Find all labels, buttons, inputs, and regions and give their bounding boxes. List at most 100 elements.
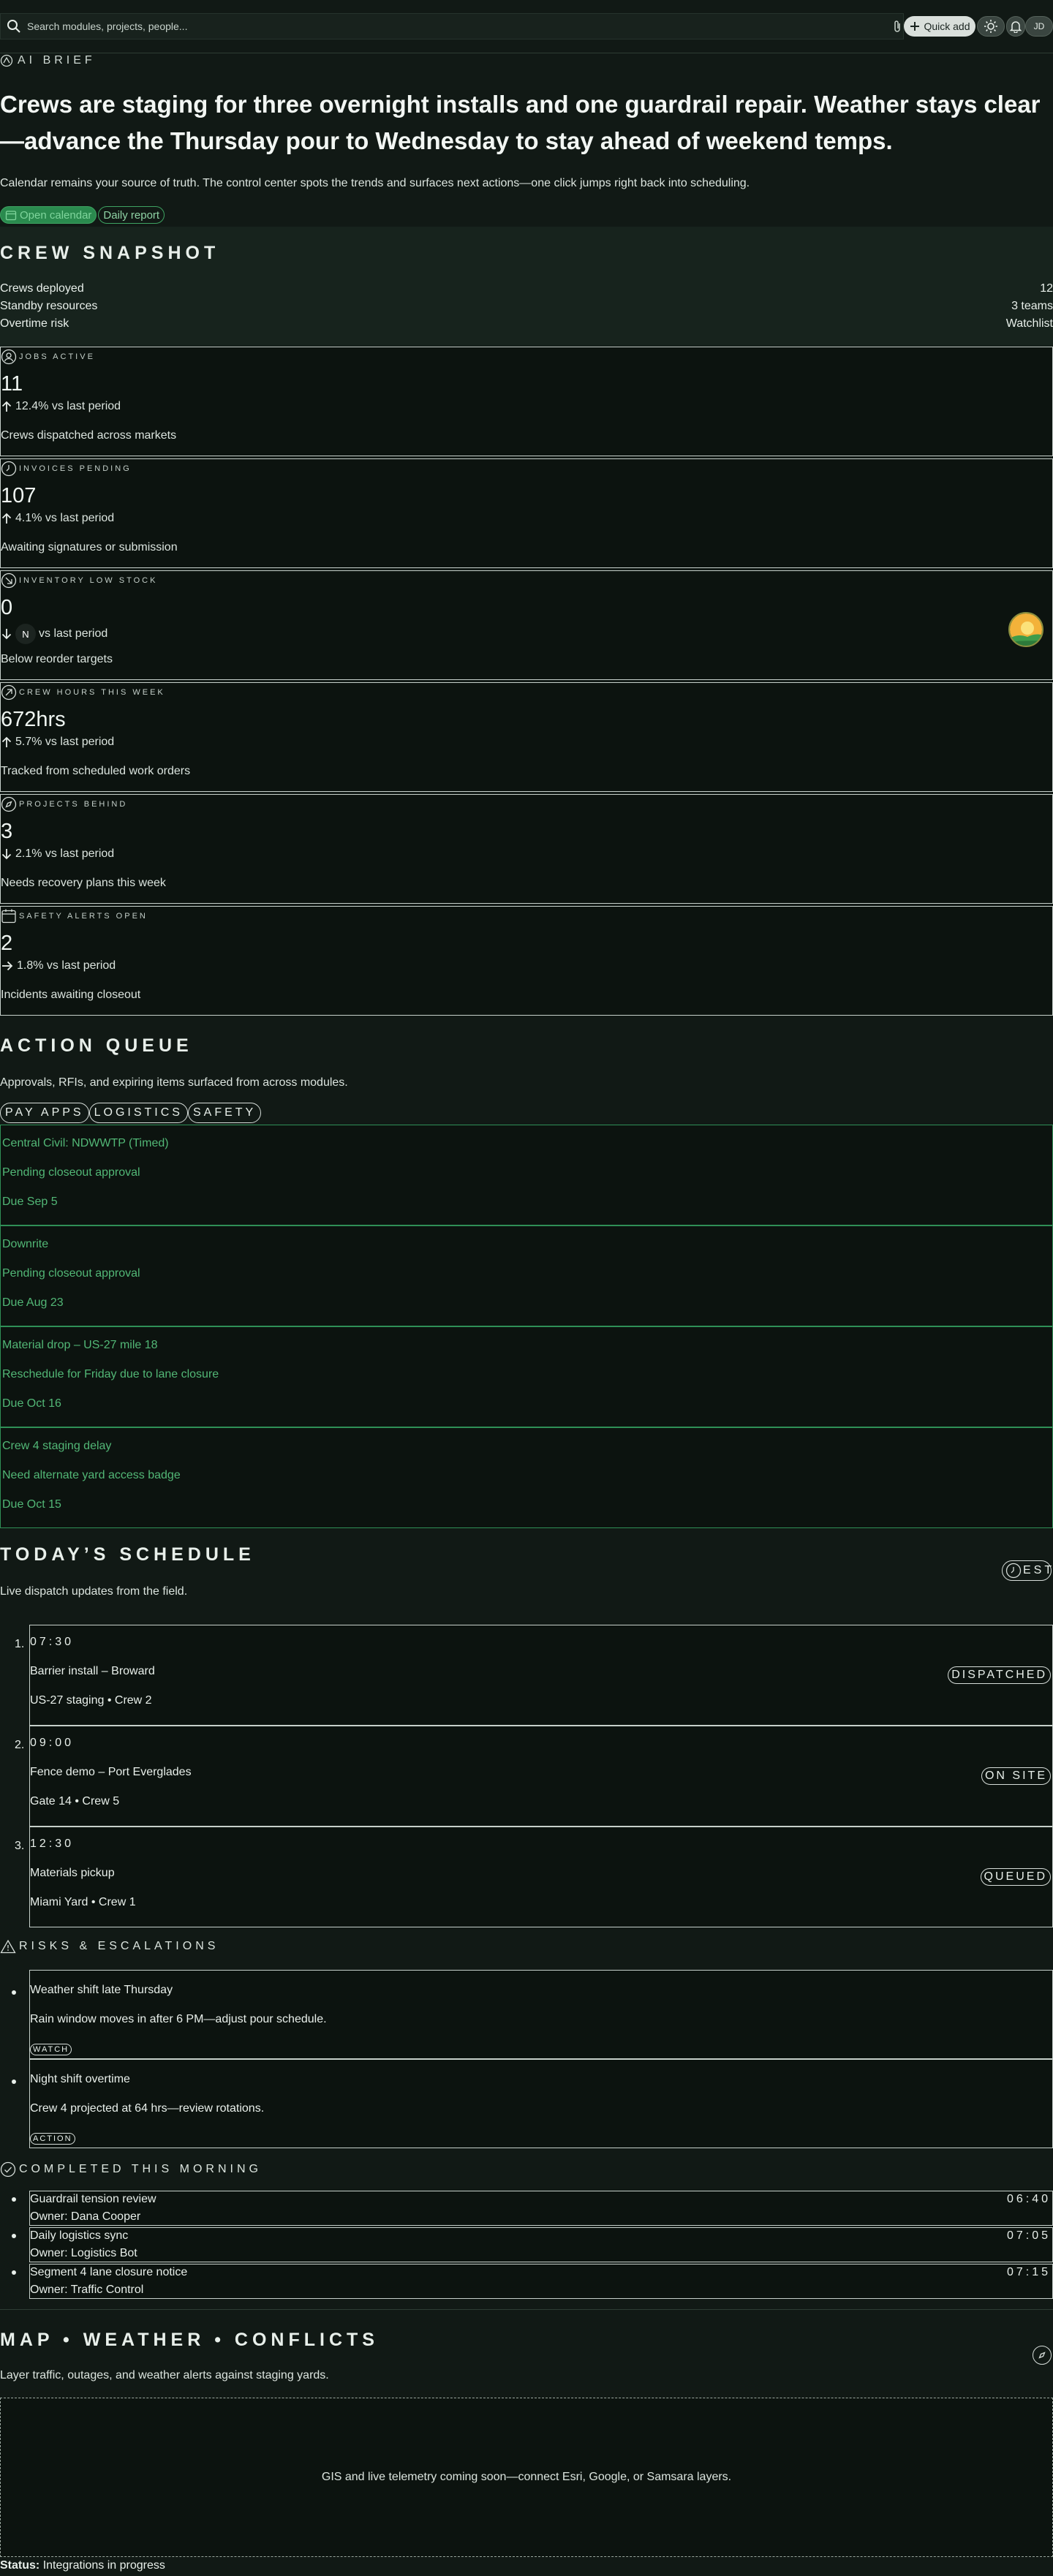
schedule-time: 09:00 [30, 1737, 75, 1749]
schedule-item[interactable]: 12:30 Materials pickup Miami Yard • Crew… [29, 1827, 1053, 1927]
schedule-location: Gate 14 • Crew 5 [30, 1795, 120, 1808]
metric-delta-text: vs last period [39, 627, 108, 640]
action-queue-item[interactable]: Crew 4 staging delay Need alternate yard… [0, 1427, 1053, 1528]
metric-label-text: PROJECTS BEHIND [19, 800, 128, 809]
open-calendar-label: Open calendar [20, 208, 92, 222]
metric-card-crew-hours[interactable]: CREW HOURS THIS WEEK 672hrs 5.7% vs last… [0, 682, 1053, 792]
metric-card-jobs-active[interactable]: JOBS ACTIVE 11 12.4% vs last period Crew… [0, 347, 1053, 456]
snapshot-row-label: Overtime risk [0, 317, 69, 330]
action-item-detail: Reschedule for Friday due to lane closur… [2, 1368, 219, 1380]
crew-snapshot: CREW SNAPSHOT Crews deployed 12 Standby … [0, 227, 1053, 346]
metric-card-inventory-low-stock[interactable]: INVENTORY LOW STOCK 0 N vs last period B… [0, 570, 1053, 680]
list-bullet [12, 2270, 16, 2275]
brief-subtitle: Calendar remains your source of truth. T… [0, 177, 750, 189]
completed-item[interactable]: Guardrail tension review Owner: Dana Coo… [29, 2191, 1053, 2226]
action-item-due: Due Sep 5 [2, 1196, 58, 1208]
action-queue-item[interactable]: Central Civil: NDWWTP (Timed) Pending cl… [0, 1125, 1053, 1225]
map-compass-button[interactable] [1033, 2346, 1052, 2365]
search-input[interactable] [26, 20, 874, 33]
tab-logistics[interactable]: LOGISTICS [88, 1103, 188, 1123]
quick-add-button[interactable]: Quick add [904, 16, 975, 37]
list-bullet [12, 2197, 16, 2202]
schedule-subtitle: Live dispatch updates from the field. [0, 1585, 188, 1598]
schedule-time: 07:30 [30, 1636, 75, 1648]
metric-card-invoices-pending[interactable]: INVOICES PENDING 107 4.1% vs last period… [0, 458, 1053, 568]
list-bullet [12, 1990, 16, 1995]
metric-delta: 4.1% vs last period [1, 512, 114, 525]
metric-label: JOBS ACTIVE [1, 349, 95, 365]
schedule-item[interactable]: 07:30 Barrier install – Broward US-27 st… [29, 1625, 1053, 1726]
completed-item[interactable]: Daily logistics sync Owner: Logistics Bo… [29, 2227, 1053, 2262]
status-badge: ON SITE [981, 1767, 1051, 1785]
open-calendar-button[interactable]: Open calendar [0, 206, 97, 224]
metric-label: PROJECTS BEHIND [1, 796, 127, 812]
metric-delta: 12.4% vs last period [1, 400, 121, 413]
completed-item-title: Daily logistics sync [30, 2229, 129, 2242]
action-item-title: Downrite [2, 1238, 49, 1250]
risk-item[interactable]: Night shift overtime Crew 4 projected at… [29, 2059, 1053, 2148]
metric-delta-text: 2.1% vs last period [15, 847, 115, 860]
risk-tag: WATCH [30, 2044, 72, 2055]
search-bar[interactable] [0, 13, 904, 39]
snapshot-row-value: 3 teams [1011, 300, 1053, 312]
risk-item[interactable]: Weather shift late Thursday Rain window … [29, 1970, 1053, 2059]
ai-brief-label: AI BRIEF [0, 54, 96, 67]
compass-icon [1036, 2349, 1048, 2361]
arrow-up-icon [1, 400, 12, 413]
risk-title: Night shift overtime [30, 2073, 130, 2085]
arrow-down-icon [1, 627, 12, 641]
landscape-thumbnail-icon[interactable] [1008, 612, 1043, 647]
action-item-detail: Pending closeout approval [2, 1267, 140, 1280]
timezone-selector[interactable]: EST [1002, 1560, 1052, 1581]
schedule-location: Miami Yard • Crew 1 [30, 1896, 136, 1908]
metric-delta-text: 4.1% vs last period [15, 512, 115, 524]
metric-delta: N vs last period [1, 624, 107, 644]
status-label: Status: [0, 2559, 40, 2572]
action-item-detail: Pending closeout approval [2, 1166, 140, 1179]
snapshot-row: Overtime risk Watchlist [0, 317, 1053, 333]
check-circle-icon [0, 2161, 16, 2177]
action-item-due: Due Aug 23 [2, 1296, 64, 1309]
metric-label: SAFETY ALERTS OPEN [1, 908, 148, 924]
metric-value: 2 [1, 932, 13, 955]
theme-toggle-button[interactable] [977, 16, 1005, 37]
metric-label: CREW HOURS THIS WEEK [1, 684, 165, 700]
action-item-due: Due Oct 16 [2, 1397, 61, 1410]
action-queue-item[interactable]: Material drop – US-27 mile 18 Reschedule… [0, 1326, 1053, 1427]
snapshot-row-label: Standby resources [0, 300, 98, 312]
status-badge: DISPATCHED [948, 1666, 1051, 1684]
tab-safety[interactable]: SAFETY [187, 1103, 262, 1123]
metric-label-text: INVENTORY LOW STOCK [19, 576, 158, 585]
daily-report-button[interactable]: Daily report [98, 206, 165, 224]
paperclip-icon[interactable] [893, 20, 902, 33]
snapshot-row-label: Crews deployed [0, 282, 84, 295]
action-item-detail: Need alternate yard access badge [2, 1469, 181, 1481]
completed-label: COMPLETED THIS MORNING [0, 2161, 262, 2177]
completed-item-time: 07:05 [1006, 2229, 1051, 2242]
metric-label-text: SAFETY ALERTS OPEN [19, 912, 148, 921]
action-queue-item[interactable]: Downrite Pending closeout approval Due A… [0, 1225, 1053, 1326]
notifications-button[interactable] [1006, 16, 1025, 37]
metric-value: 3 [1, 820, 13, 843]
user-avatar[interactable]: JD [1025, 16, 1053, 37]
notification-badge: N [15, 624, 36, 644]
completed-item[interactable]: Segment 4 lane closure notice Owner: Tra… [29, 2264, 1053, 2299]
daily-report-label: Daily report [103, 208, 160, 222]
arrow-right-icon [1, 960, 14, 972]
completed-item-title: Guardrail tension review [30, 2193, 156, 2205]
schedule-job: Barrier install – Broward [30, 1665, 155, 1677]
user-icon [1, 349, 17, 365]
action-item-title: Crew 4 staging delay [2, 1440, 112, 1452]
action-queue-title: ACTION QUEUE [0, 1035, 193, 1056]
arrow-up-icon [1, 736, 12, 749]
metric-card-projects-behind[interactable]: PROJECTS BEHIND 3 2.1% vs last period Ne… [0, 794, 1053, 904]
crew-snapshot-title: CREW SNAPSHOT [0, 243, 220, 263]
map-title: MAP • WEATHER • CONFLICTS [0, 2330, 379, 2350]
tab-pay-apps[interactable]: PAY APPS [0, 1103, 89, 1123]
schedule-item[interactable]: 09:00 Fence demo – Port Everglades Gate … [29, 1726, 1053, 1827]
map-placeholder-text: GIS and live telemetry coming soon—conne… [321, 2471, 732, 2483]
snapshot-row-value: 12 [1040, 282, 1053, 295]
list-bullet [12, 2234, 16, 2238]
risks-label: RISKS & ESCALATIONS [0, 1939, 219, 1954]
metric-card-safety-alerts[interactable]: SAFETY ALERTS OPEN 2 1.8% vs last period… [0, 906, 1053, 1016]
